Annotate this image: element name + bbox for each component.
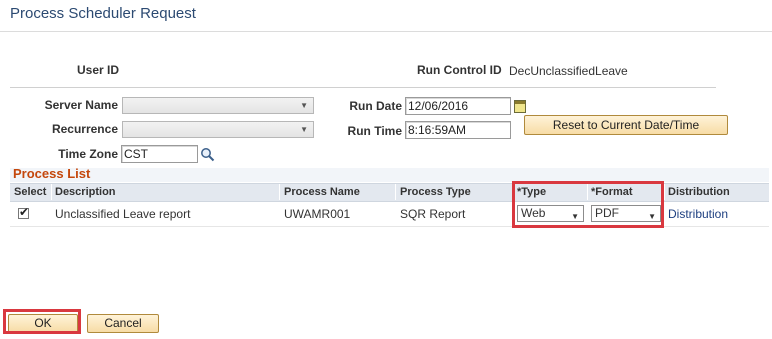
run-time-input[interactable]: 8:16:59AM bbox=[405, 121, 511, 139]
run-control-id-label: Run Control ID bbox=[417, 63, 502, 77]
column-header-select: Select bbox=[14, 186, 47, 198]
column-separator bbox=[51, 184, 52, 200]
reset-to-current-date-time-button[interactable]: Reset to Current Date/Time bbox=[524, 115, 728, 135]
column-header-process-type: Process Type bbox=[400, 186, 471, 198]
column-separator bbox=[664, 184, 665, 200]
server-name-select[interactable]: ▼ bbox=[122, 97, 314, 114]
type-format-highlight-box bbox=[512, 181, 664, 228]
run-time-label: Run Time bbox=[347, 124, 402, 138]
ok-highlight-box bbox=[3, 309, 81, 334]
chevron-down-icon: ▼ bbox=[300, 101, 308, 110]
process-list-title: Process List bbox=[13, 166, 91, 181]
header-divider bbox=[10, 87, 716, 88]
process-type: SQR Report bbox=[400, 207, 466, 221]
lookup-magnifier-icon[interactable] bbox=[200, 147, 215, 162]
checkmark-icon: ✔ bbox=[19, 205, 30, 219]
run-control-id-value: DecUnclassifiedLeave bbox=[509, 64, 628, 78]
server-name-label: Server Name bbox=[44, 98, 118, 112]
column-separator bbox=[279, 184, 280, 200]
process-description: Unclassified Leave report bbox=[55, 207, 191, 221]
column-header-description: Description bbox=[55, 186, 116, 198]
time-zone-input[interactable]: CST bbox=[121, 145, 198, 163]
column-header-process-name: Process Name bbox=[284, 186, 360, 198]
calendar-icon[interactable] bbox=[514, 100, 526, 113]
distribution-link[interactable]: Distribution bbox=[668, 207, 728, 221]
user-id-label: User ID bbox=[77, 63, 120, 77]
recurrence-select[interactable]: ▼ bbox=[122, 121, 314, 138]
title-divider bbox=[0, 31, 772, 32]
chevron-down-icon: ▼ bbox=[300, 125, 308, 134]
run-date-input[interactable]: 12/06/2016 bbox=[405, 97, 511, 115]
column-header-distribution: Distribution bbox=[668, 186, 730, 198]
cancel-button[interactable]: Cancel bbox=[87, 314, 159, 333]
time-zone-label: Time Zone bbox=[58, 147, 118, 161]
recurrence-label: Recurrence bbox=[51, 122, 118, 136]
process-list-header-bar bbox=[10, 168, 769, 182]
page-title: Process Scheduler Request bbox=[10, 5, 196, 22]
column-separator bbox=[395, 184, 396, 200]
run-date-label: Run Date bbox=[349, 99, 402, 113]
process-name: UWAMR001 bbox=[284, 207, 351, 221]
select-checkbox[interactable]: ✔ bbox=[18, 205, 30, 219]
